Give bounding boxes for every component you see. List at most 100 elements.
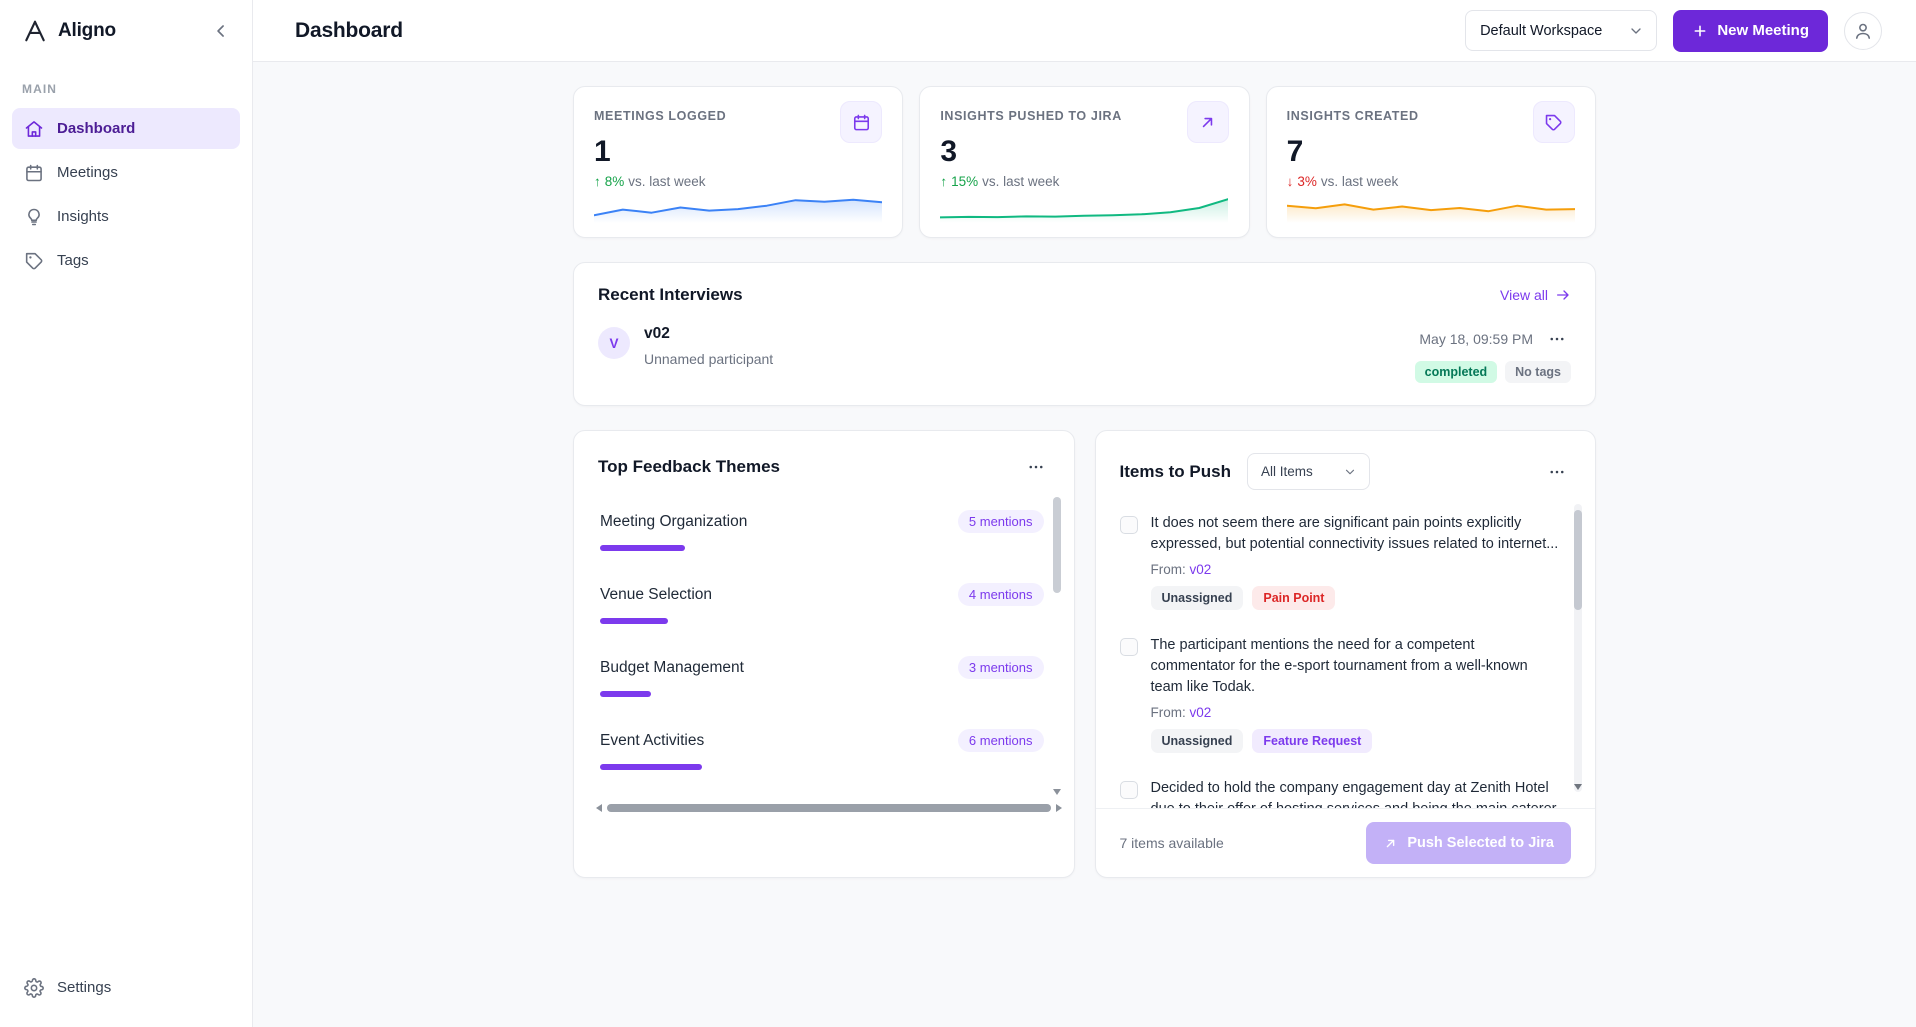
mentions-badge: 3 mentions xyxy=(957,656,1044,679)
sidebar-item-settings[interactable]: Settings xyxy=(12,967,240,1008)
view-all-label: View all xyxy=(1500,287,1548,303)
push-to-jira-button[interactable]: Push Selected to Jira xyxy=(1366,822,1571,864)
theme-name: Meeting Organization xyxy=(600,512,748,530)
nav-section-label: MAIN xyxy=(22,82,57,96)
app-name: Aligno xyxy=(58,20,116,41)
item-text: Decided to hold the company engagement d… xyxy=(1150,780,1560,808)
sidebar-footer: Settings xyxy=(0,957,252,1027)
tags-badge: No tags xyxy=(1505,361,1571,383)
mentions-badge: 5 mentions xyxy=(957,510,1044,533)
plus-icon xyxy=(1692,23,1708,39)
topbar: Dashboard Default Workspace New Meeting xyxy=(253,0,1916,62)
vertical-scrollbar-thumb[interactable] xyxy=(1052,497,1061,593)
theme-progress-bar xyxy=(600,618,668,624)
items-filter-select[interactable]: All Items xyxy=(1246,453,1370,490)
chevron-down-icon xyxy=(1343,465,1357,479)
theme-progress-bar xyxy=(600,691,651,697)
scroll-down-arrow-icon[interactable] xyxy=(1052,789,1061,795)
theme-item: Budget Management 3 mentions xyxy=(598,641,1046,714)
push-item: It does not seem there are significant p… xyxy=(1119,500,1562,622)
vertical-scrollbar[interactable] xyxy=(1052,497,1062,799)
arrow-up-right-icon xyxy=(1383,836,1398,851)
user-menu-button[interactable] xyxy=(1844,11,1882,50)
theme-name: Venue Selection xyxy=(600,585,713,603)
item-text: The participant mentions the need for a … xyxy=(1150,637,1528,696)
interview-name: v02 xyxy=(644,325,670,342)
interview-more-button[interactable] xyxy=(1543,325,1571,353)
stat-compare-label: vs. last week xyxy=(1320,174,1399,189)
scroll-left-arrow-icon[interactable] xyxy=(596,804,602,812)
ellipsis-icon xyxy=(1548,463,1566,481)
arrow-right-icon xyxy=(1555,287,1571,303)
workspace-selector[interactable]: Default Workspace xyxy=(1465,10,1658,51)
sidebar-item-dashboard[interactable]: Dashboard xyxy=(12,108,240,149)
sidebar-item-insights[interactable]: Insights xyxy=(12,196,240,237)
items-footer: 7 items available Push Selected to Jira xyxy=(1095,808,1595,877)
item-checkbox[interactable] xyxy=(1119,516,1138,534)
calendar-icon xyxy=(24,163,44,183)
trend-up-icon: ↑ xyxy=(940,174,948,189)
item-text: It does not seem there are significant p… xyxy=(1150,515,1559,553)
stat-compare-label: vs. last week xyxy=(628,174,706,189)
gear-icon xyxy=(24,977,44,998)
stat-card-meetings-logged: MEETINGS LOGGED 1 ↑ 8% vs. last week xyxy=(573,86,904,238)
sidebar-item-tags[interactable]: Tags xyxy=(12,240,240,281)
sidebar-item-meetings[interactable]: Meetings xyxy=(12,152,240,193)
new-meeting-button[interactable]: New Meeting xyxy=(1673,9,1828,52)
user-icon xyxy=(1853,21,1873,41)
settings-label: Settings xyxy=(57,979,112,996)
scroll-right-arrow-icon[interactable] xyxy=(1055,804,1062,812)
sidebar: Aligno MAIN Dashboard Meetings Insights xyxy=(0,0,253,1027)
items-to-push-panel: Items to Push All Items It does not seem… xyxy=(1094,430,1596,878)
bottom-row: Top Feedback Themes Meeting Organization… xyxy=(573,430,1596,878)
category-badge: Feature Request xyxy=(1252,729,1373,754)
stat-change-pct: 3% xyxy=(1297,174,1317,189)
avatar: V xyxy=(598,327,630,359)
push-item: Decided to hold the company engagement d… xyxy=(1119,765,1562,808)
stat-value: 3 xyxy=(940,135,958,168)
from-label: From: xyxy=(1150,705,1186,721)
trend-up-icon: ↑ xyxy=(594,174,601,189)
stat-card-insights-pushed: INSIGHTS PUSHED TO JIRA 3 ↑ 15% vs. last… xyxy=(919,86,1250,238)
lightbulb-icon xyxy=(24,207,44,227)
theme-item: Meeting Organization 5 mentions xyxy=(598,495,1046,568)
push-item: The participant mentions the need for a … xyxy=(1119,622,1562,765)
sidebar-nav: MAIN Dashboard Meetings Insights Tags xyxy=(0,62,252,284)
recent-interviews-panel: Recent Interviews View all V v02 Unnamed… xyxy=(573,262,1596,406)
assignee-badge: Unassigned xyxy=(1150,586,1244,611)
sidebar-collapse-button[interactable] xyxy=(206,16,236,46)
vertical-scrollbar[interactable] xyxy=(1573,504,1583,806)
view-all-link[interactable]: View all xyxy=(1500,287,1571,303)
items-more-button[interactable] xyxy=(1543,458,1571,486)
stat-label: INSIGHTS PUSHED TO JIRA xyxy=(940,109,1122,123)
items-available-count: 7 items available xyxy=(1119,835,1224,851)
horizontal-scrollbar-thumb[interactable] xyxy=(607,804,1051,812)
themes-list: Meeting Organization 5 mentions Venue Se… xyxy=(598,495,1062,799)
stat-label: INSIGHTS CREATED xyxy=(1286,109,1419,123)
interview-timestamp: May 18, 09:59 PM xyxy=(1419,331,1533,347)
theme-progress-bar xyxy=(600,764,702,770)
horizontal-scrollbar[interactable] xyxy=(596,801,1062,815)
content: MEETINGS LOGGED 1 ↑ 8% vs. last week INS… xyxy=(253,62,1916,1027)
aligno-logo-icon xyxy=(22,18,48,44)
ellipsis-icon xyxy=(1548,330,1566,348)
stats-row: MEETINGS LOGGED 1 ↑ 8% vs. last week INS… xyxy=(573,86,1596,238)
from-source-link[interactable]: v02 xyxy=(1190,562,1212,577)
themes-more-button[interactable] xyxy=(1022,453,1050,481)
theme-item: Venue Selection 4 mentions xyxy=(598,568,1046,641)
item-checkbox[interactable] xyxy=(1119,638,1138,657)
item-checkbox[interactable] xyxy=(1119,781,1138,800)
assignee-badge: Unassigned xyxy=(1150,729,1244,754)
from-source-link[interactable]: v02 xyxy=(1190,705,1212,720)
stat-value: 7 xyxy=(1286,135,1304,168)
main-area: Dashboard Default Workspace New Meeting xyxy=(253,0,1916,1027)
vertical-scrollbar-thumb[interactable] xyxy=(1574,510,1582,610)
theme-name: Budget Management xyxy=(600,658,744,676)
tag-icon xyxy=(24,251,44,271)
logo-row: Aligno xyxy=(0,0,252,62)
scroll-down-arrow-icon[interactable] xyxy=(1574,784,1582,790)
chevron-left-icon xyxy=(211,21,231,41)
items-filter-value: All Items xyxy=(1260,464,1313,479)
sparkline-insights-pushed xyxy=(939,189,1230,227)
interview-row[interactable]: V v02 Unnamed participant May 18, 09:59 … xyxy=(598,325,1571,383)
